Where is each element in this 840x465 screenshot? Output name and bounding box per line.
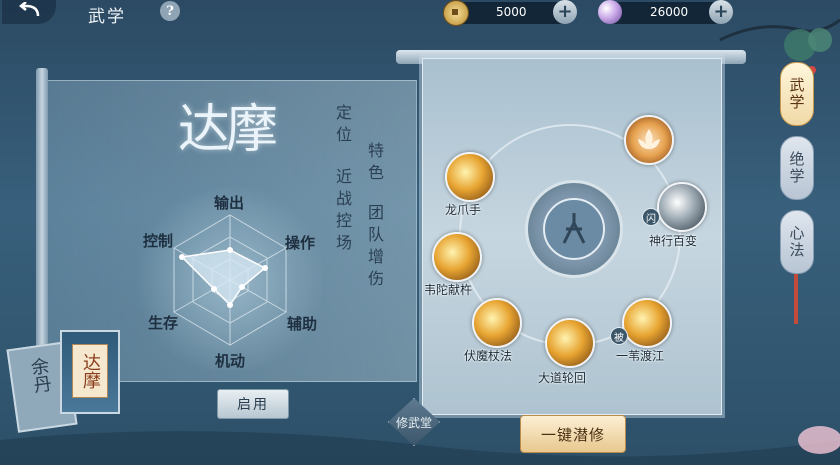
add-coin-button[interactable]: + bbox=[553, 0, 577, 24]
skill-label: 一苇渡江 bbox=[616, 349, 665, 363]
tab-inner-method[interactable]: 心法 bbox=[780, 210, 814, 274]
tab-martial-arts[interactable]: 武学 bbox=[780, 62, 814, 126]
skill-label: 龙爪手 bbox=[445, 203, 482, 217]
character-name: 达摩 bbox=[178, 100, 278, 160]
skill-weituo-pestle[interactable] bbox=[432, 232, 482, 282]
pearl-amount: 26000 bbox=[650, 5, 689, 19]
top-bar: 武学 ? 5000 + 26000 + bbox=[0, 0, 840, 30]
skill-reed-crossing[interactable] bbox=[622, 298, 672, 348]
lotus-icon bbox=[638, 129, 660, 149]
role-label: 定位 bbox=[333, 104, 352, 148]
martial-artist-icon bbox=[543, 198, 605, 260]
tassel-decoration bbox=[794, 274, 798, 324]
passive-tag: 被 bbox=[610, 327, 628, 345]
stat-control: 控制 bbox=[143, 232, 174, 250]
stat-support: 辅助 bbox=[287, 315, 318, 333]
help-button[interactable]: ? bbox=[160, 1, 180, 21]
back-button[interactable] bbox=[2, 0, 56, 24]
dash-tag: 闪 bbox=[642, 208, 660, 226]
skill-great-wheel[interactable] bbox=[545, 318, 595, 368]
scroll-rod-left bbox=[36, 68, 48, 388]
add-pearl-button[interactable]: + bbox=[709, 0, 733, 24]
skill-divine-motion[interactable] bbox=[657, 182, 707, 232]
skill-label: 大道轮回 bbox=[538, 371, 587, 385]
enable-button[interactable]: 启用 bbox=[217, 389, 289, 419]
card-label: 达摩 bbox=[80, 353, 101, 389]
spirit-pearl-icon bbox=[598, 0, 622, 24]
page-title: 武学 bbox=[88, 7, 126, 27]
stat-operation: 操作 bbox=[285, 234, 316, 252]
trait-label: 特色 bbox=[365, 142, 384, 186]
skill-demon-staff[interactable] bbox=[472, 298, 522, 348]
skill-label: 伏魔杖法 bbox=[464, 349, 513, 363]
stat-output: 输出 bbox=[214, 194, 245, 212]
train-all-button[interactable]: 一键潜修 bbox=[520, 415, 626, 453]
back-arrow-icon bbox=[18, 2, 40, 17]
tab-ultimate-arts[interactable]: 绝学 bbox=[780, 136, 814, 200]
martial-emblem bbox=[525, 180, 623, 278]
character-card-damo[interactable]: 达摩 bbox=[60, 330, 120, 414]
trait-value: 团队增伤 bbox=[365, 204, 384, 292]
copper-coin-icon bbox=[443, 0, 469, 26]
stat-survival: 生存 bbox=[148, 314, 179, 332]
skill-label: 神行百变 bbox=[649, 234, 698, 248]
stat-mobility: 机动 bbox=[215, 352, 246, 370]
coin-amount: 5000 bbox=[496, 5, 527, 19]
skill-label: 韦陀献杵 bbox=[424, 283, 473, 297]
skill-dragon-claw[interactable] bbox=[445, 152, 495, 202]
role-value: 近战控场 bbox=[333, 168, 352, 256]
skill-lotus[interactable] bbox=[624, 115, 674, 165]
